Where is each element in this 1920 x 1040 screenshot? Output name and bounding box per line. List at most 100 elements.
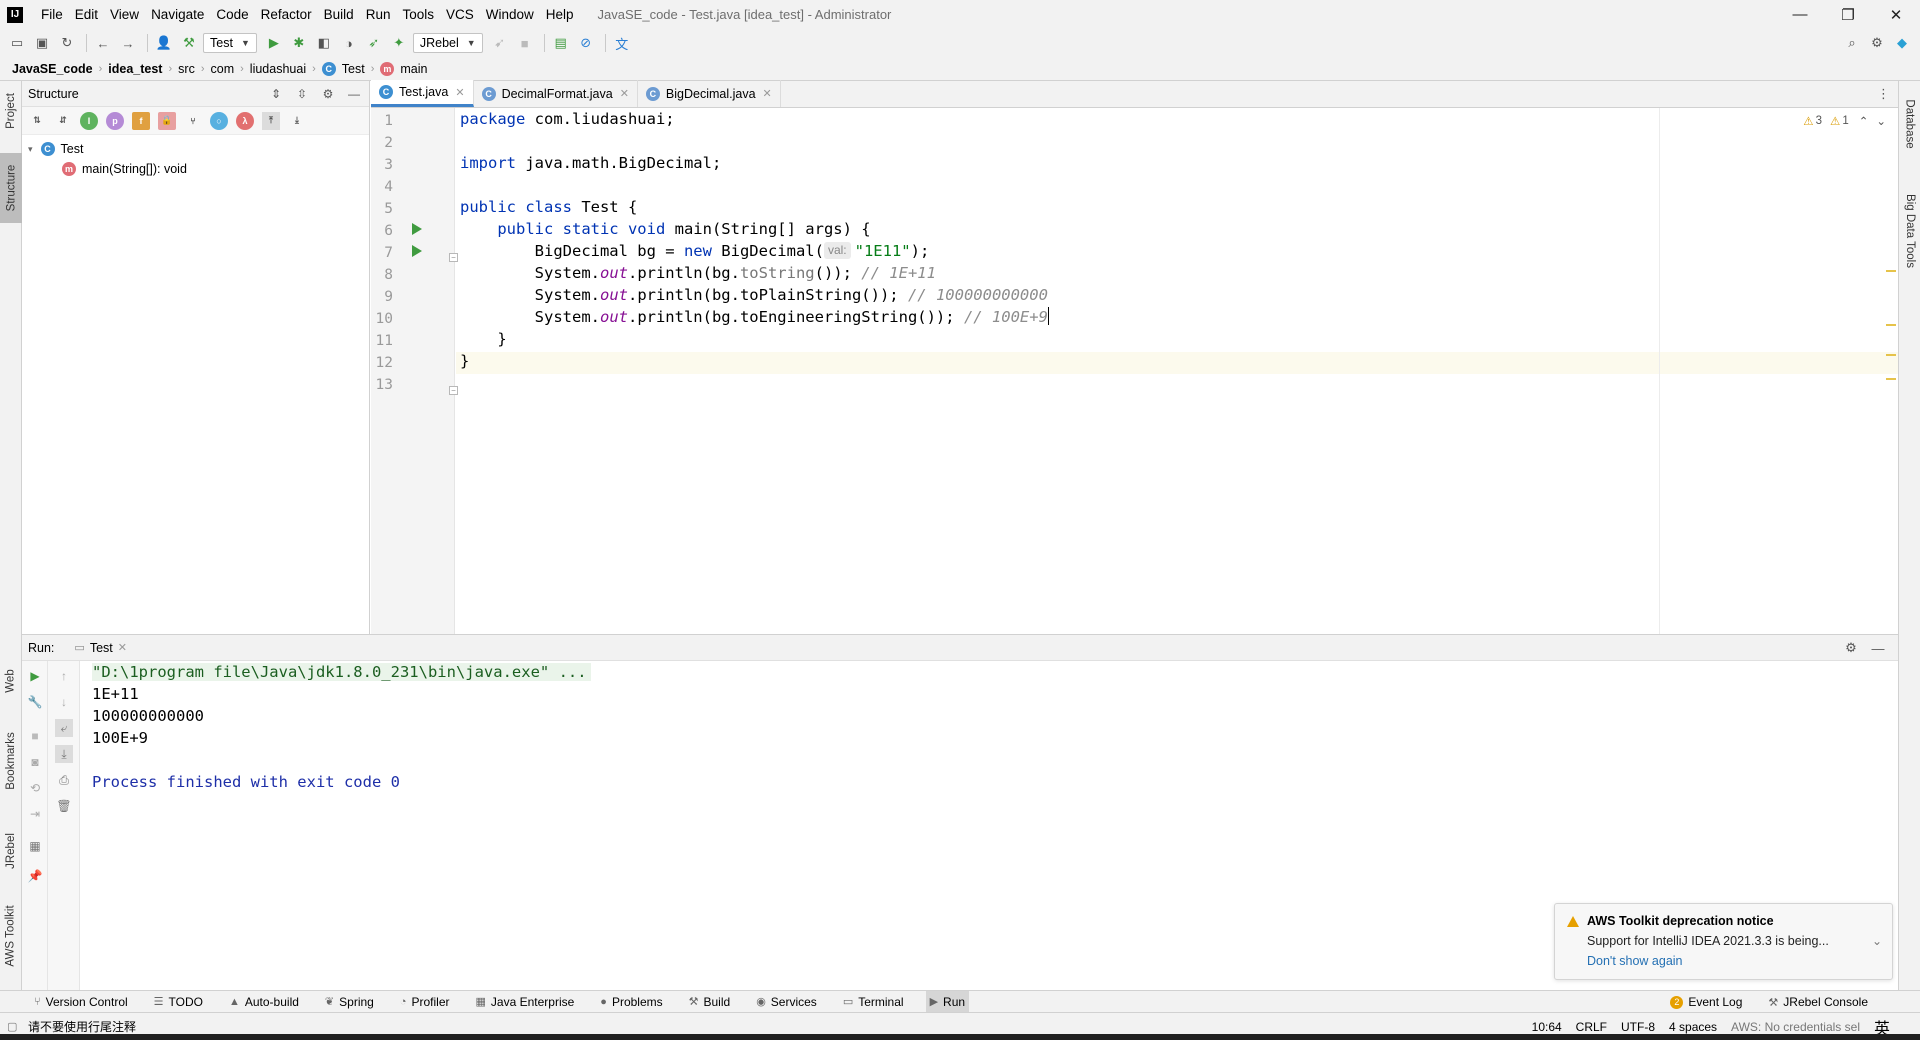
restore-layout-icon[interactable]: ⟲: [26, 779, 44, 797]
tab-database[interactable]: Database: [1899, 89, 1920, 159]
indent-setting[interactable]: 4 spaces: [1669, 1020, 1717, 1034]
fold-icon[interactable]: −: [449, 386, 458, 395]
run-icon[interactable]: ▶: [263, 32, 285, 54]
tool-jrebel-console[interactable]: ⚒ JRebel Console: [1764, 991, 1872, 1013]
tree-node-class[interactable]: ▾ C Test: [22, 139, 369, 159]
forward-arrow-icon[interactable]: →: [117, 32, 139, 54]
menu-file[interactable]: File: [35, 7, 69, 22]
menu-view[interactable]: View: [104, 7, 145, 22]
tool-todo[interactable]: ☰ TODO: [150, 991, 207, 1013]
gear-icon[interactable]: ⚙: [1866, 32, 1888, 54]
chevron-down-icon[interactable]: ⌄: [1876, 114, 1886, 128]
menu-run[interactable]: Run: [360, 7, 397, 22]
debug-icon[interactable]: ✱: [288, 32, 310, 54]
menu-window[interactable]: Window: [480, 7, 540, 22]
dont-show-again-link[interactable]: Don't show again: [1587, 954, 1880, 968]
non-public-icon[interactable]: 🔒: [158, 111, 176, 130]
tool-build[interactable]: ⚒ Build: [685, 991, 735, 1013]
breadcrumb-class[interactable]: Test: [342, 62, 365, 76]
sort-visibility-icon[interactable]: ⇵: [54, 112, 72, 130]
breadcrumb-module[interactable]: idea_test: [108, 62, 162, 76]
breadcrumb-com[interactable]: com: [211, 62, 235, 76]
breadcrumb-project[interactable]: JavaSE_code: [12, 62, 93, 76]
chevron-down-icon[interactable]: ▾: [28, 144, 33, 155]
menu-tools[interactable]: Tools: [396, 7, 440, 22]
close-icon[interactable]: ✕: [763, 87, 772, 100]
tab-decimalformat-java[interactable]: C DecimalFormat.java ✕: [474, 80, 638, 107]
profile-icon[interactable]: ◑: [338, 32, 360, 54]
chevron-down-icon[interactable]: ⌄: [1872, 934, 1882, 948]
anonymous-icon[interactable]: ○: [210, 111, 228, 130]
stop-icon[interactable]: ■: [26, 727, 44, 745]
scrollbar-marker[interactable]: [1886, 324, 1896, 326]
tab-bookmarks[interactable]: Bookmarks: [0, 721, 22, 801]
back-arrow-icon[interactable]: ←: [92, 32, 114, 54]
properties-icon[interactable]: p: [106, 111, 124, 130]
scrollbar-marker[interactable]: [1886, 378, 1896, 380]
trash-icon[interactable]: 🗑: [55, 797, 73, 815]
scrollbar-marker[interactable]: [1886, 270, 1896, 272]
camera-icon[interactable]: ◙: [26, 753, 44, 771]
jrebel-run-icon[interactable]: ➶: [363, 32, 385, 54]
update-icon[interactable]: ➹: [489, 32, 511, 54]
arrow-down-icon[interactable]: ↓: [55, 693, 73, 711]
run-class-gutter-icon[interactable]: [412, 223, 422, 235]
minimize-panel-icon[interactable]: —: [1869, 639, 1887, 657]
layout-icon[interactable]: ▦: [26, 837, 44, 855]
tool-spring[interactable]: ❦ Spring: [321, 991, 378, 1013]
tab-web[interactable]: Web: [0, 661, 22, 701]
tool-run[interactable]: ▶ Run: [925, 990, 970, 1013]
run-tab-test[interactable]: ▭ Test ✕: [74, 641, 127, 655]
run-config-select[interactable]: Test ▼: [203, 33, 257, 53]
translate-icon[interactable]: 文: [611, 32, 633, 54]
tab-project[interactable]: Project: [0, 87, 22, 135]
fold-icon[interactable]: −: [449, 253, 458, 262]
pin-icon[interactable]: 📌: [26, 867, 44, 885]
sync-icon[interactable]: ↻: [56, 32, 78, 54]
breadcrumb-src[interactable]: src: [178, 62, 195, 76]
tool-terminal[interactable]: ▭ Terminal: [839, 991, 908, 1013]
menu-code[interactable]: Code: [210, 7, 254, 22]
more-tabs-icon[interactable]: ⋮: [1877, 86, 1890, 102]
tab-test-java[interactable]: C Test.java ✕: [371, 80, 474, 107]
search-icon[interactable]: ⌕: [1841, 32, 1863, 54]
soft-wrap-icon[interactable]: ⤶: [55, 719, 73, 737]
build-hammer-icon[interactable]: ⚒: [178, 32, 200, 54]
save-all-icon[interactable]: ▣: [31, 32, 53, 54]
aws-connection-status[interactable]: AWS: No credentials sel: [1731, 1020, 1860, 1034]
rerun-icon[interactable]: ▶: [26, 667, 44, 685]
autoscroll-from-source-icon[interactable]: ⤓: [288, 112, 306, 130]
autoscroll-to-source-icon[interactable]: ⤒: [262, 111, 280, 130]
wrench-icon[interactable]: 🔧: [26, 693, 44, 711]
print-icon[interactable]: ⎙: [55, 771, 73, 789]
inherited-icon[interactable]: I: [80, 111, 98, 130]
tree-node-method[interactable]: m main(String[]): void: [22, 159, 369, 179]
tab-jrebel[interactable]: JRebel: [0, 821, 22, 881]
gear-icon[interactable]: ⚙: [319, 85, 337, 103]
console-command[interactable]: "D:\1program file\Java\jdk1.8.0_231\bin\…: [92, 663, 591, 681]
breadcrumb-package[interactable]: liudashuai: [250, 62, 306, 76]
menu-vcs[interactable]: VCS: [440, 7, 480, 22]
tab-structure[interactable]: Structure: [0, 153, 22, 223]
minimize-panel-icon[interactable]: —: [345, 85, 363, 103]
close-icon[interactable]: ✕: [620, 87, 629, 100]
tool-java-enterprise[interactable]: ▦ Java Enterprise: [472, 991, 579, 1013]
code-editor[interactable]: 1 2 3 4 5 6 7 8 9 10 11 12 13 − − packag…: [371, 108, 1898, 634]
menu-help[interactable]: Help: [540, 7, 580, 22]
tool-version-control[interactable]: ⑂ Version Control: [30, 991, 132, 1013]
menu-navigate[interactable]: Navigate: [145, 7, 210, 22]
sort-alpha-icon[interactable]: ⇅: [28, 112, 46, 130]
close-window-button[interactable]: ✕: [1872, 0, 1920, 29]
collapse-all-icon[interactable]: ⇳: [293, 85, 311, 103]
chart-icon[interactable]: ▤: [550, 32, 572, 54]
close-icon[interactable]: ✕: [118, 641, 127, 654]
no-entry-icon[interactable]: ⊘: [575, 32, 597, 54]
filter-icon[interactable]: ⑂: [184, 112, 202, 130]
account-icon[interactable]: 👤: [153, 32, 175, 54]
lambda-icon[interactable]: λ: [236, 111, 254, 130]
tab-bigdecimal-java[interactable]: C BigDecimal.java ✕: [638, 80, 781, 107]
layout-toggle-icon[interactable]: ▢: [7, 1020, 17, 1033]
exit-icon[interactable]: ⇥: [26, 805, 44, 823]
tool-problems[interactable]: ● Problems: [596, 991, 666, 1013]
tool-profiler[interactable]: ◔ Profiler: [396, 991, 454, 1013]
